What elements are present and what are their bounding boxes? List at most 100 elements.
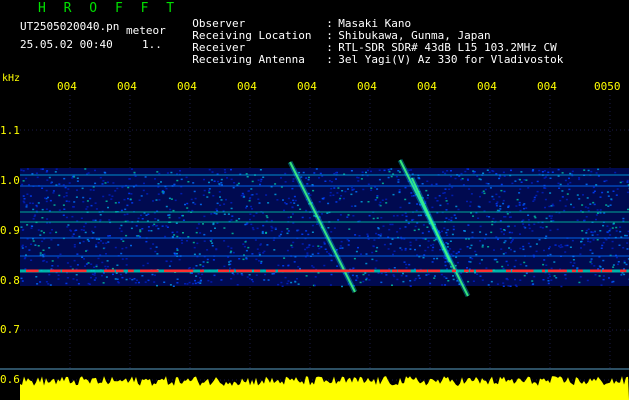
noise-speck <box>446 170 449 172</box>
noise-speck <box>450 253 453 255</box>
noise-speck <box>405 275 408 277</box>
noise-speck <box>544 187 547 189</box>
noise-speck <box>158 172 161 175</box>
noise-speck <box>487 284 490 286</box>
noise-speck <box>244 241 247 243</box>
noise-speck <box>31 202 34 205</box>
noise-speck <box>126 213 129 215</box>
noise-speck <box>383 243 386 246</box>
noise-speck <box>367 201 370 203</box>
noise-speck <box>391 223 394 226</box>
noise-speck <box>393 250 396 252</box>
noise-speck <box>154 274 156 276</box>
noise-speck <box>324 248 327 250</box>
carrier-segment <box>392 269 398 273</box>
noise-speck <box>531 280 534 282</box>
carrier-segment <box>290 269 294 273</box>
noise-speck <box>243 196 246 198</box>
noise-speck <box>192 282 194 285</box>
noise-speck <box>576 219 579 221</box>
noise-speck <box>170 198 173 200</box>
time-tick-label: 004 <box>117 80 137 93</box>
noise-speck <box>566 244 569 247</box>
noise-speck <box>502 282 505 284</box>
noise-speck <box>114 246 117 249</box>
noise-speck <box>131 202 134 204</box>
noise-speck <box>321 175 324 177</box>
noise-speck <box>452 250 455 253</box>
noise-speck <box>520 181 523 183</box>
noise-speck <box>65 192 68 194</box>
noise-speck <box>591 234 594 236</box>
noise-speck <box>165 260 168 263</box>
noise-speck <box>105 276 108 278</box>
noise-speck <box>445 217 448 219</box>
noise-speck <box>63 208 66 210</box>
noise-speck <box>111 267 114 270</box>
noise-speck <box>324 180 327 182</box>
noise-speck <box>495 193 498 196</box>
noise-speck <box>559 199 562 202</box>
noise-speck <box>522 223 525 225</box>
noise-speck <box>360 178 363 180</box>
noise-speck <box>611 247 614 250</box>
noise-speck <box>424 249 427 252</box>
noise-speck <box>357 246 359 249</box>
time-tick-label: 0050 <box>594 80 621 93</box>
noise-speck <box>340 195 343 197</box>
noise-speck <box>125 234 128 237</box>
noise-speck <box>625 234 628 237</box>
noise-speck <box>45 281 48 283</box>
noise-speck <box>592 191 595 194</box>
noise-speck <box>436 257 439 260</box>
noise-speck <box>121 276 124 279</box>
noise-speck <box>553 261 556 263</box>
noise-speck <box>125 278 128 281</box>
noise-speck <box>255 274 258 276</box>
noise-speck <box>118 227 121 230</box>
noise-speck <box>137 217 140 220</box>
noise-speck <box>298 171 301 174</box>
noise-speck <box>390 175 393 178</box>
noise-speck <box>203 178 205 181</box>
noise-speck <box>322 198 325 200</box>
noise-speck <box>375 250 378 252</box>
noise-speck <box>553 275 556 277</box>
noise-speck <box>467 224 470 226</box>
noise-speck <box>530 182 533 184</box>
noise-speck <box>330 187 333 190</box>
noise-speck <box>73 206 75 208</box>
noise-speck <box>549 275 551 278</box>
meta-key: Receiving Antenna <box>192 53 305 66</box>
noise-speck <box>207 279 210 282</box>
noise-speck <box>142 264 145 267</box>
noise-speck <box>37 245 40 247</box>
noise-speck <box>561 190 564 192</box>
noise-speck <box>409 244 412 247</box>
noise-speck <box>434 197 437 199</box>
noise-speck <box>129 198 132 200</box>
carrier-segment <box>554 269 567 273</box>
noise-speck <box>161 191 164 193</box>
noise-speck <box>258 260 260 262</box>
noise-speck <box>291 206 294 208</box>
time-tick-label: 004 <box>357 80 377 93</box>
noise-speck <box>497 238 499 241</box>
noise-speck <box>232 273 235 276</box>
noise-speck <box>141 218 144 220</box>
noise-speck <box>507 206 510 208</box>
noise-speck <box>274 227 277 229</box>
noise-speck <box>606 191 609 193</box>
carrier-line <box>20 269 629 273</box>
noise-speck <box>393 275 396 278</box>
noise-speck <box>599 230 602 232</box>
noise-speck <box>578 177 581 179</box>
noise-speck <box>73 176 76 178</box>
noise-speck <box>564 244 567 247</box>
noise-speck <box>502 253 505 255</box>
noise-speck <box>621 180 624 183</box>
noise-speck <box>368 279 371 281</box>
noise-speck <box>168 265 171 267</box>
noise-speck <box>208 191 211 194</box>
noise-speck <box>75 274 78 276</box>
